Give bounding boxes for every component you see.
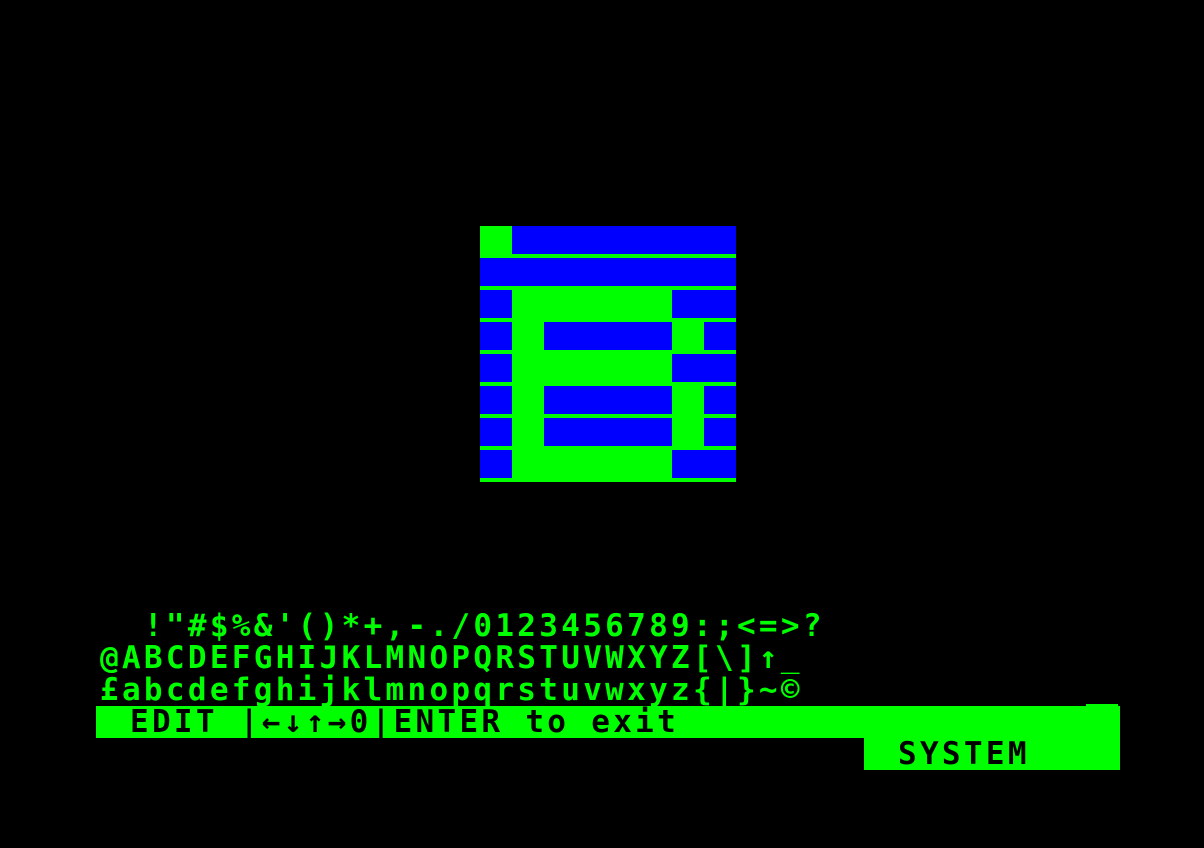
pixel-cell-r6-c7[interactable] [704, 418, 736, 446]
pixel-cell-r4-c5[interactable] [640, 354, 672, 382]
pixel-cell-r2-c2[interactable] [544, 290, 576, 318]
pixel-cell-r3-c6[interactable] [672, 322, 704, 350]
pixel-cell-r5-c5[interactable] [640, 386, 672, 414]
charset-row-punctuation-digits[interactable]: !"#$%&'()*+,-./0123456789:;<=>? [100, 610, 1120, 642]
pixel-cell-r1-c0[interactable] [480, 258, 512, 286]
pixel-cell-r0-c0[interactable] [480, 226, 512, 254]
charset-row-lowercase[interactable]: £abcdefghijklmnopqrstuvwxyz{|}~© [100, 674, 1120, 706]
pixel-cell-r7-c4[interactable] [608, 450, 640, 478]
system-mode-label: SYSTEM [898, 736, 1030, 772]
pixel-cell-r2-c0[interactable] [480, 290, 512, 318]
pixel-cell-r3-c0[interactable] [480, 322, 512, 350]
pixel-cell-r1-c3[interactable] [576, 258, 608, 286]
pixel-cell-r6-c0[interactable] [480, 418, 512, 446]
pixel-cell-r4-c4[interactable] [608, 354, 640, 382]
pixel-cell-r1-c1[interactable] [512, 258, 544, 286]
pixel-cell-r5-c4[interactable] [608, 386, 640, 414]
pixel-cell-r6-c4[interactable] [608, 418, 640, 446]
pixel-cell-r6-c1[interactable] [512, 418, 544, 446]
pixel-cell-r5-c6[interactable] [672, 386, 704, 414]
pixel-cell-r5-c1[interactable] [512, 386, 544, 414]
emulator-screen: !"#$%&'()*+,-./0123456789:;<=>? @ABCDEFG… [0, 0, 1204, 848]
pixel-cell-r5-c0[interactable] [480, 386, 512, 414]
pixel-cell-r3-c7[interactable] [704, 322, 736, 350]
pixel-cell-r1-c4[interactable] [608, 258, 640, 286]
pixel-cell-r3-c4[interactable] [608, 322, 640, 350]
pixel-cell-r7-c5[interactable] [640, 450, 672, 478]
pixel-cell-r7-c0[interactable] [480, 450, 512, 478]
pixel-cell-r4-c3[interactable] [576, 354, 608, 382]
pixel-cell-r6-c6[interactable] [672, 418, 704, 446]
pixel-cell-r4-c6[interactable] [672, 354, 704, 382]
pixel-cell-r0-c2[interactable] [544, 226, 576, 254]
character-pixel-editor-grid[interactable] [480, 226, 736, 482]
pixel-cell-r6-c5[interactable] [640, 418, 672, 446]
pixel-cell-r0-c7[interactable] [704, 226, 736, 254]
pixel-cell-r0-c5[interactable] [640, 226, 672, 254]
pixel-cell-r0-c3[interactable] [576, 226, 608, 254]
pixel-cell-r0-c1[interactable] [512, 226, 544, 254]
edit-instructions-text: EDIT |←↓↑→0|ENTER to exit [130, 704, 680, 740]
pixel-cell-r2-c3[interactable] [576, 290, 608, 318]
pixel-cell-r1-c2[interactable] [544, 258, 576, 286]
pixel-cell-r5-c3[interactable] [576, 386, 608, 414]
pixel-cell-r3-c2[interactable] [544, 322, 576, 350]
pixel-cell-r1-c7[interactable] [704, 258, 736, 286]
pixel-cell-r7-c2[interactable] [544, 450, 576, 478]
pixel-cell-r7-c1[interactable] [512, 450, 544, 478]
pixel-cell-r3-c5[interactable] [640, 322, 672, 350]
pixel-cell-r4-c0[interactable] [480, 354, 512, 382]
pixel-cell-r7-c3[interactable] [576, 450, 608, 478]
pixel-cell-r4-c1[interactable] [512, 354, 544, 382]
pixel-cell-r4-c7[interactable] [704, 354, 736, 382]
charset-row-uppercase[interactable]: @ABCDEFGHIJKLMNOPQRSTUVWXYZ[\]↑_ [100, 642, 1120, 674]
pixel-cell-r2-c7[interactable] [704, 290, 736, 318]
pixel-cell-r0-c6[interactable] [672, 226, 704, 254]
pixel-cell-r5-c2[interactable] [544, 386, 576, 414]
pixel-cell-r2-c5[interactable] [640, 290, 672, 318]
pixel-cell-r2-c4[interactable] [608, 290, 640, 318]
pixel-cell-r3-c1[interactable] [512, 322, 544, 350]
pixel-cell-r6-c2[interactable] [544, 418, 576, 446]
pixel-cell-r0-c4[interactable] [608, 226, 640, 254]
pixel-cell-r1-c6[interactable] [672, 258, 704, 286]
pixel-cell-r3-c3[interactable] [576, 322, 608, 350]
pixel-row-separator [480, 478, 736, 482]
pixel-cell-r1-c5[interactable] [640, 258, 672, 286]
system-mode-badge: SYSTEM [864, 738, 1120, 770]
pixel-cell-r7-c7[interactable] [704, 450, 736, 478]
pixel-cell-r5-c7[interactable] [704, 386, 736, 414]
pixel-cell-r6-c3[interactable] [576, 418, 608, 446]
pixel-cell-r4-c2[interactable] [544, 354, 576, 382]
edit-status-bar: EDIT |←↓↑→0|ENTER to exit [96, 706, 1120, 738]
pixel-cell-r7-c6[interactable] [672, 450, 704, 478]
pixel-cell-r2-c1[interactable] [512, 290, 544, 318]
pixel-cell-r2-c6[interactable] [672, 290, 704, 318]
